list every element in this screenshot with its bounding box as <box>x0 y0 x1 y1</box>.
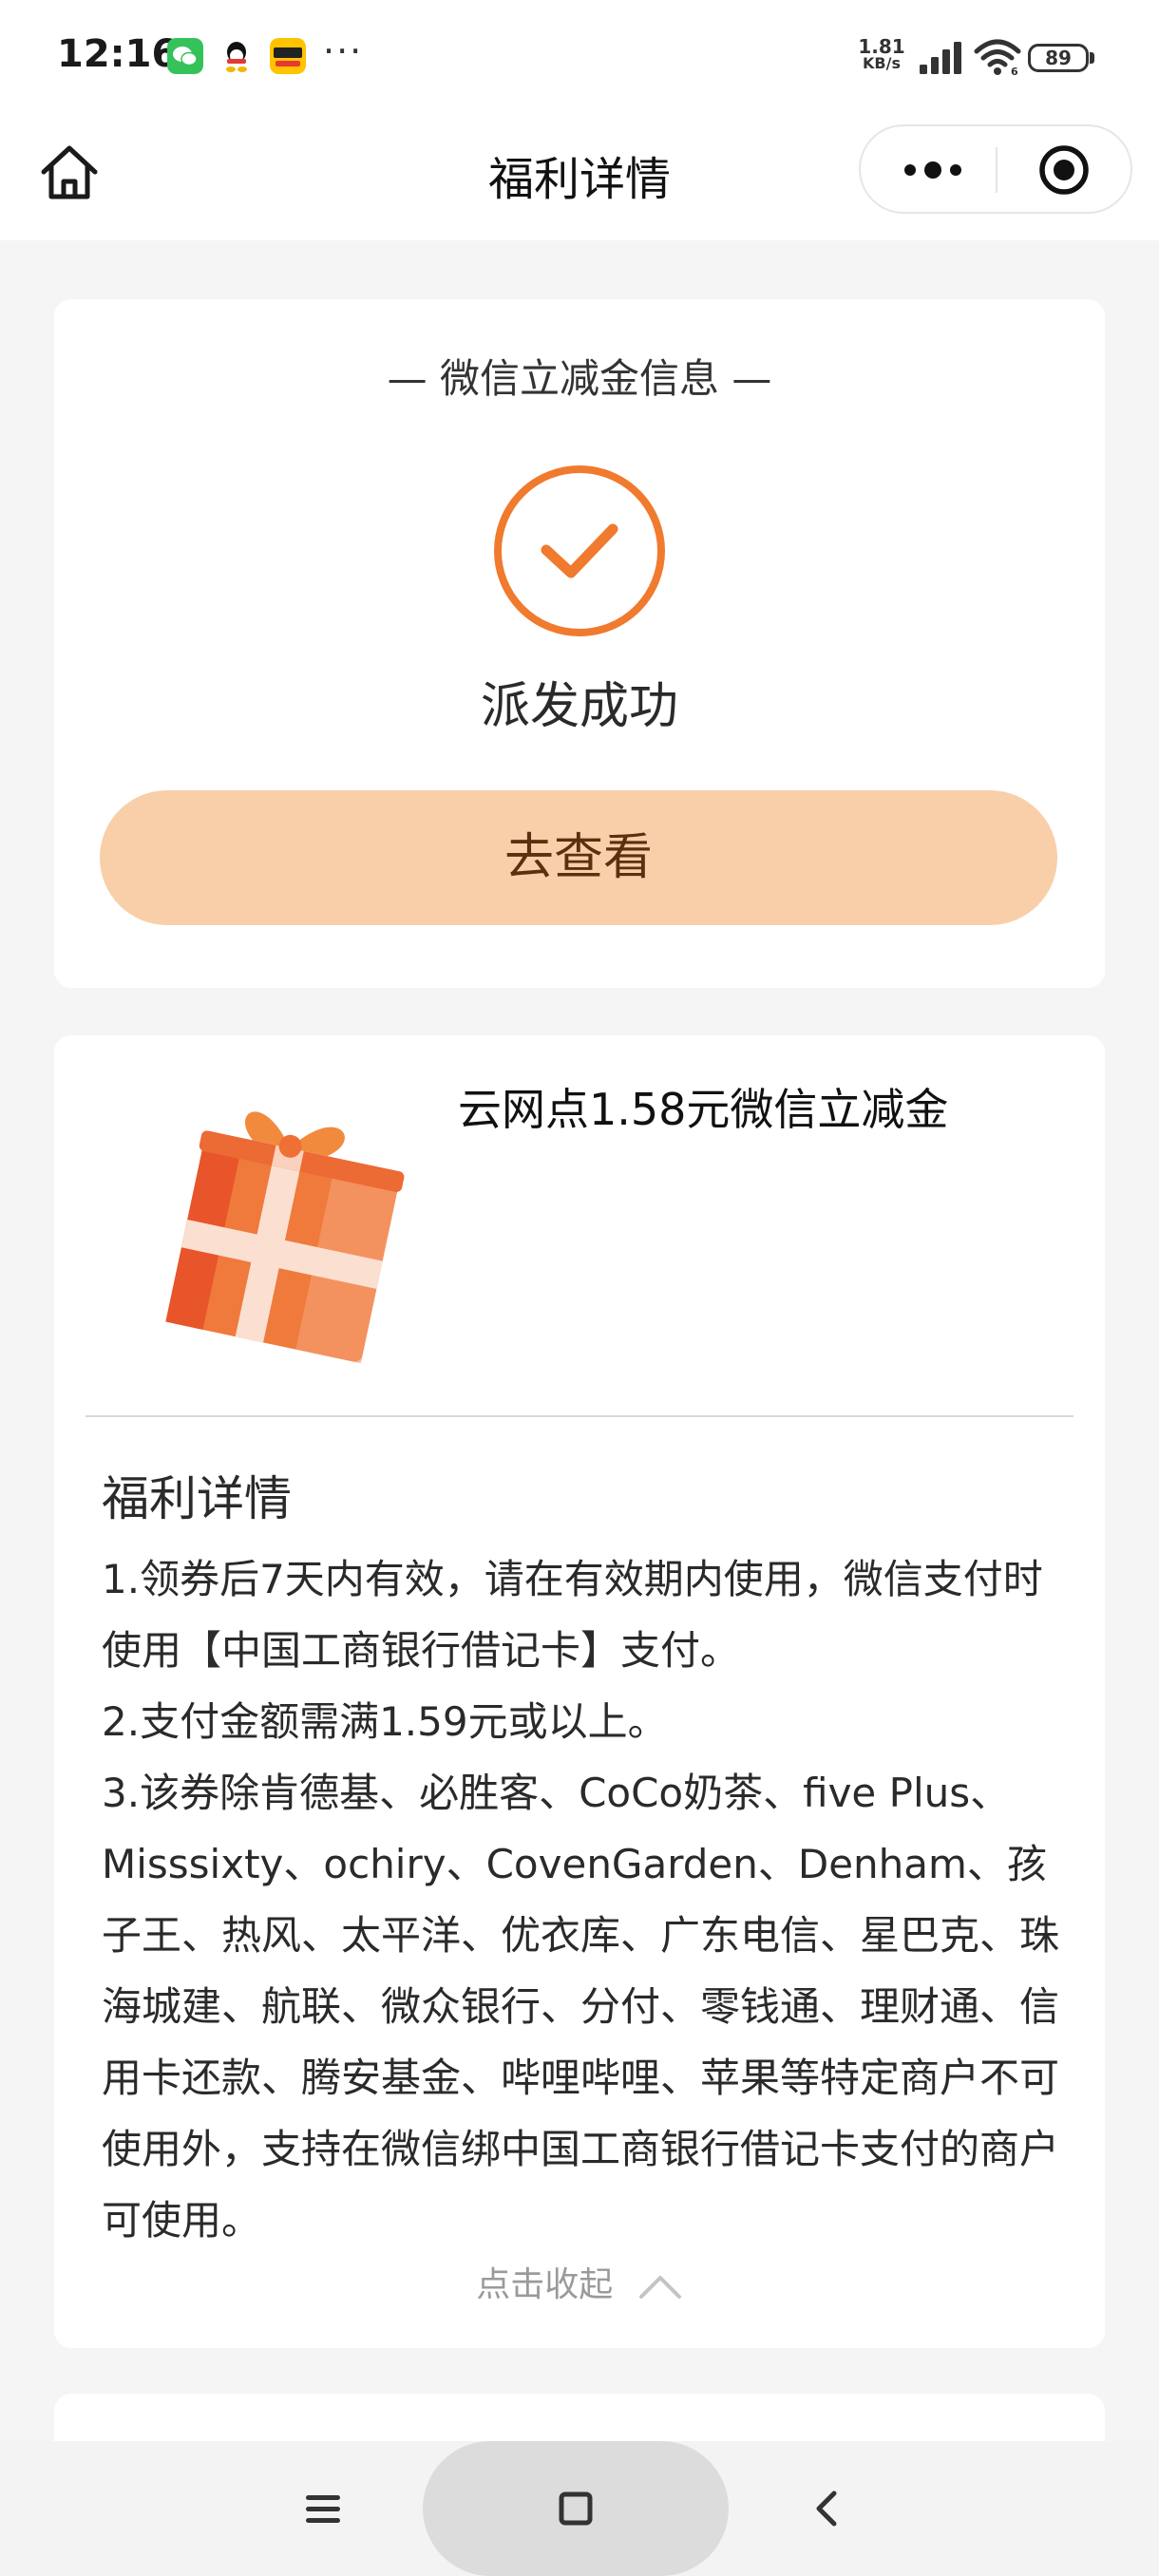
details-heading: 福利详情 <box>102 1471 292 1526</box>
status-more-indicator: ··· <box>323 30 364 72</box>
net-speed-unit: KB/s <box>863 54 901 72</box>
qq-icon <box>226 42 247 72</box>
signal-icon <box>920 42 961 74</box>
collapse-toggle[interactable]: 点击收起 <box>54 2257 1105 2306</box>
net-speed: 1.81 KB/s <box>855 35 908 72</box>
system-nav-bar <box>0 2441 1159 2576</box>
view-button[interactable]: 去查看 <box>100 790 1057 925</box>
check-circle-icon <box>494 465 665 636</box>
target-close-icon[interactable] <box>1037 143 1091 197</box>
page-title: 福利详情 <box>487 153 671 206</box>
terms-item: 1.领券后7天内有效，请在有效期内使用，微信支付时使用【中国工商银行借记卡】支付… <box>102 1556 1043 1674</box>
svg-text:6: 6 <box>1011 66 1018 76</box>
section-heading: — 微信立减金信息 — <box>387 355 772 402</box>
nav-bar: 福利详情 <box>0 119 1159 240</box>
capsule-divider <box>996 147 998 193</box>
terms-item: 2.支付金额需满1.59元或以上。 <box>102 1698 668 1745</box>
menu-icon[interactable] <box>294 2480 352 2537</box>
back-icon[interactable] <box>800 2480 857 2537</box>
chevron-up-icon <box>638 2276 681 2299</box>
result-text: 派发成功 <box>480 678 678 735</box>
terms-item: 3.该券除肯德基、必胜客、CoCo奶茶、five Plus、Misssixty、… <box>102 1770 1060 2244</box>
coupon-title: 云网点1.58元微信立减金 <box>458 1084 949 1135</box>
divider <box>86 1415 1074 1417</box>
status-time: 12:16 <box>57 32 179 76</box>
wifi-icon: 6 <box>974 39 1021 76</box>
meituan-icon <box>270 38 306 74</box>
battery-icon: 89 <box>1028 44 1089 72</box>
status-bar: 12:16 ··· 1.81 KB/s 6 89 <box>0 0 1159 119</box>
terms-list: 1.领券后7天内有效，请在有效期内使用，微信支付时使用【中国工商银行借记卡】支付… <box>102 1544 1061 2256</box>
square-home-icon[interactable] <box>547 2480 604 2537</box>
wechat-icon <box>167 38 203 74</box>
mini-program-capsule <box>859 124 1132 214</box>
gift-box-image <box>165 1111 405 1364</box>
collapse-label: 点击收起 <box>476 2265 614 2304</box>
more-dots-icon[interactable] <box>895 149 971 191</box>
coupon-detail-card: 云网点1.58元微信立减金 福利详情 1.领券后7天内有效，请在有效期内使用，微… <box>54 1035 1105 2348</box>
battery-tip <box>1090 52 1094 64</box>
coupon-status-card: — 微信立减金信息 — 派发成功 去查看 <box>54 299 1105 988</box>
net-speed-value: 1.81 <box>858 35 905 58</box>
home-icon[interactable] <box>36 140 103 206</box>
battery-level: 89 <box>1045 47 1072 69</box>
